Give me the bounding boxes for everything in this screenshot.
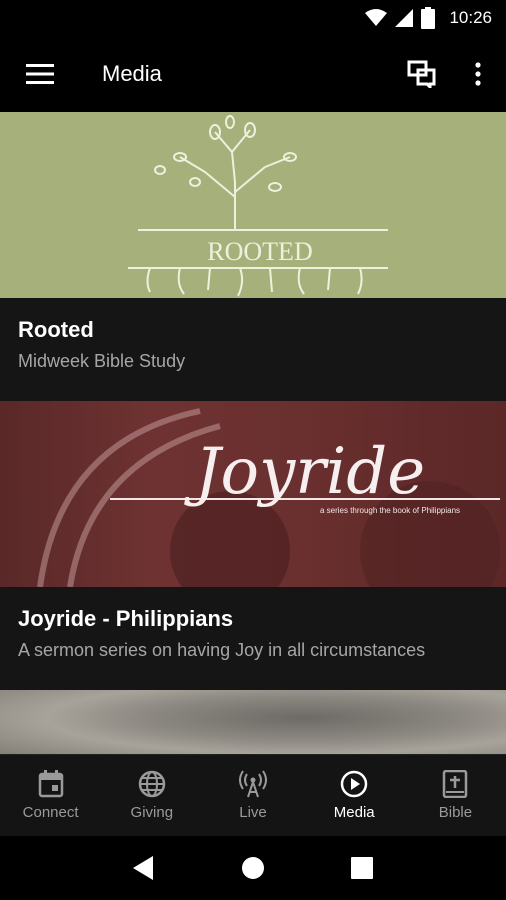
nav-item-bible[interactable]: Bible <box>405 755 506 836</box>
joyride-banner-image: Joyride a series through the book of Phi… <box>0 401 506 587</box>
broadcast-icon <box>239 770 267 798</box>
nav-item-media[interactable]: Media <box>304 755 405 836</box>
play-circle-icon <box>340 770 368 798</box>
nav-label: Live <box>239 804 267 821</box>
bottom-navigation: Connect Giving Live Media Bible <box>0 754 506 836</box>
rooted-logo-text: ROOTED <box>207 237 312 266</box>
media-subtitle: Midweek Bible Study <box>18 351 186 371</box>
recents-icon[interactable] <box>351 857 373 879</box>
nav-item-connect[interactable]: Connect <box>0 755 101 836</box>
tree-illustration: ROOTED <box>128 115 388 297</box>
more-vert-icon <box>475 62 481 86</box>
battery-icon <box>421 7 436 29</box>
media-card-rooted[interactable]: ROOTED Rooted Midweek Bible Study <box>0 112 506 401</box>
status-bar: 10:26 <box>0 0 506 36</box>
media-card-text: Joyride - Philippians A sermon series on… <box>0 587 506 690</box>
app-bar: Media <box>0 36 506 112</box>
nav-label: Giving <box>130 804 174 821</box>
media-title: Rooted <box>18 317 94 342</box>
media-card-third[interactable] <box>0 690 506 754</box>
dashboard-illustration: Joyride a series through the book of Phi… <box>37 408 500 587</box>
bible-icon <box>443 770 468 798</box>
globe-icon <box>138 770 166 798</box>
menu-button[interactable] <box>0 36 80 112</box>
nav-item-giving[interactable]: Giving <box>101 755 202 836</box>
media-list[interactable]: ROOTED Rooted Midweek Bible Study Joyrid… <box>0 112 506 754</box>
signal-icon <box>395 9 414 27</box>
back-icon[interactable] <box>133 856 155 880</box>
media-card-text: Rooted Midweek Bible Study <box>0 298 506 401</box>
more-options-button[interactable] <box>450 36 506 112</box>
system-navigation-bar <box>0 836 506 900</box>
rooted-banner-image: ROOTED <box>0 112 506 298</box>
chat-button[interactable] <box>394 36 450 112</box>
home-icon[interactable] <box>241 856 265 880</box>
nav-item-live[interactable]: Live <box>202 755 303 836</box>
chat-icon <box>407 60 436 88</box>
media-subtitle: A sermon series on having Joy in all cir… <box>18 640 426 660</box>
joyride-logo-text: Joyride <box>184 435 425 509</box>
calendar-icon <box>38 770 63 798</box>
wood-banner-image <box>0 690 506 754</box>
nav-label: Media <box>333 804 375 821</box>
nav-label: Bible <box>438 804 473 821</box>
status-time: 10:26 <box>449 8 492 27</box>
nav-label: Connect <box>22 804 79 821</box>
wifi-icon <box>365 9 388 26</box>
media-card-joyride[interactable]: Joyride a series through the book of Phi… <box>0 401 506 690</box>
joyride-caption: a series through the book of Philippians <box>320 506 460 515</box>
page-title: Media <box>102 61 162 86</box>
menu-icon <box>26 64 54 84</box>
media-title: Joyride - Philippians <box>18 606 234 631</box>
